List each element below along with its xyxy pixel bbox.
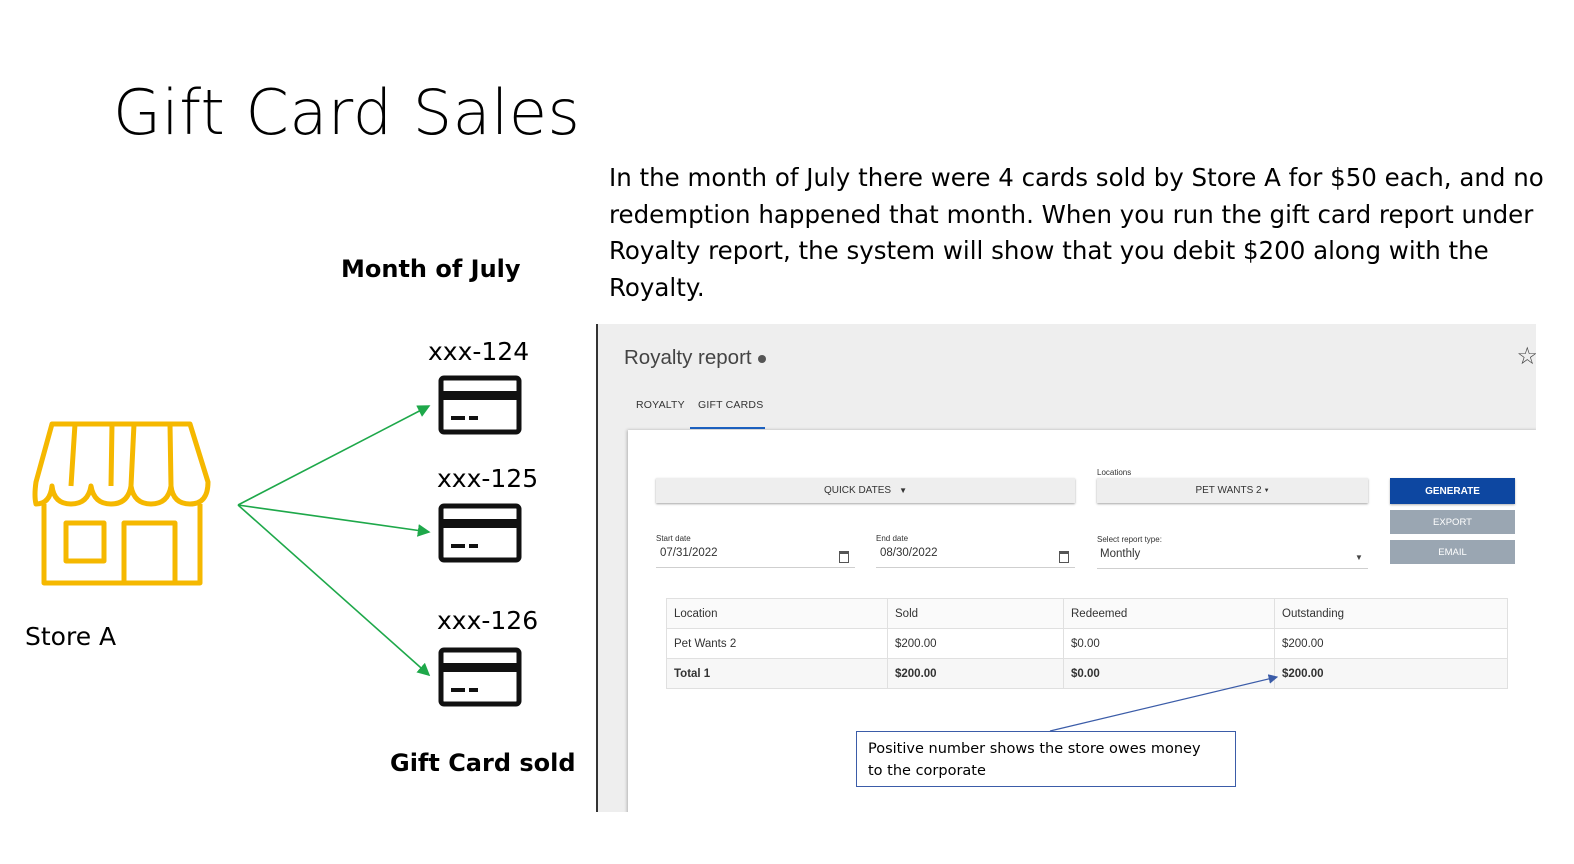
callout-arrow (1049, 674, 1279, 732)
callout-line: Positive number shows the store owes mon… (868, 741, 1201, 757)
callout-box: Positive number shows the store owes mon… (856, 731, 1236, 787)
callout-line: to the corporate (868, 763, 986, 779)
